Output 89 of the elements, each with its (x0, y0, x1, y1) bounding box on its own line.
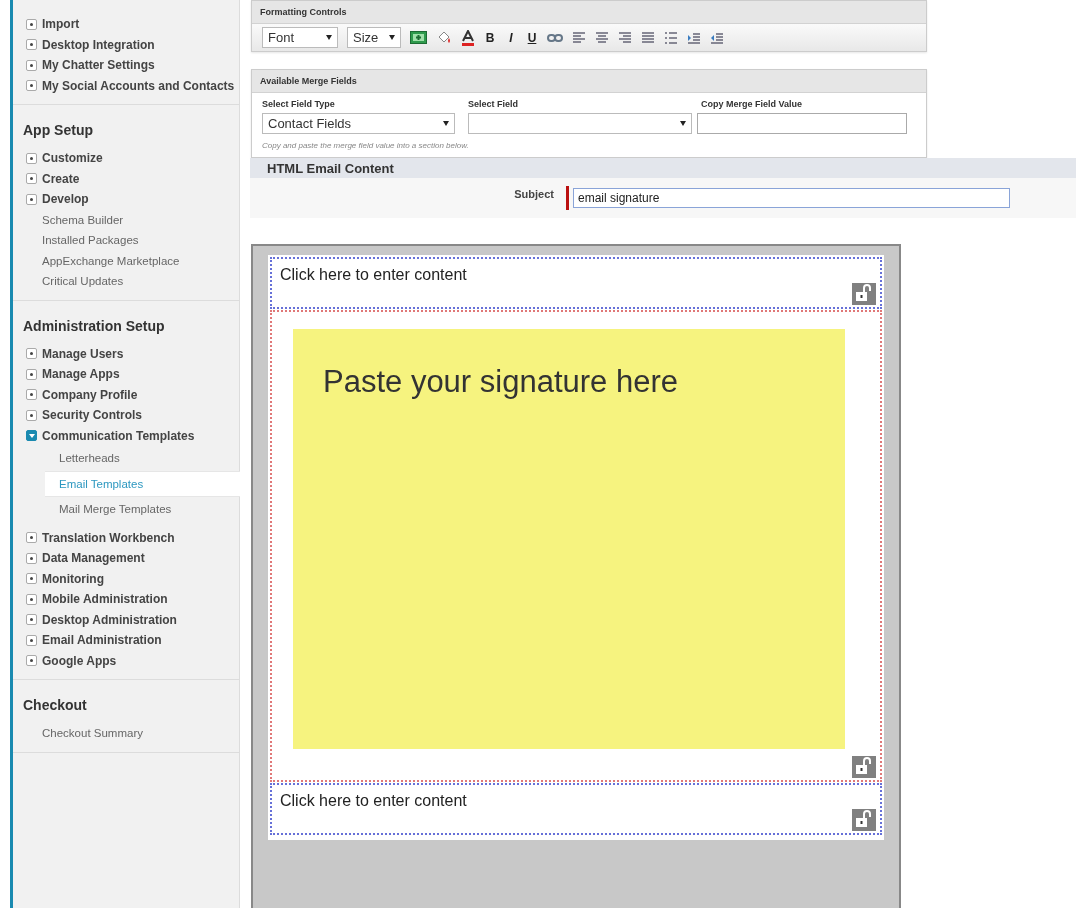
sidebar-item[interactable]: Mobile Administration (13, 589, 168, 610)
outdent-icon[interactable] (710, 31, 724, 44)
sidebar-link[interactable]: Checkout Summary (13, 723, 143, 744)
expand-icon[interactable] (26, 368, 37, 380)
sidebar-item[interactable]: My Social Accounts and Contacts (13, 75, 235, 96)
expand-icon[interactable] (26, 193, 37, 205)
lock-icon[interactable] (852, 809, 876, 831)
sidebar-item[interactable]: Manage Apps (13, 364, 120, 385)
sidebar-item[interactable]: Company Profile (13, 384, 138, 405)
dropdown[interactable]: Font (262, 27, 338, 48)
sidebar-item[interactable]: Email Administration (13, 630, 162, 651)
expand-icon[interactable] (26, 634, 37, 646)
caret-icon (326, 35, 332, 40)
sidebar-item[interactable]: Monitoring (13, 568, 104, 589)
list-icon[interactable] (664, 30, 678, 45)
sidebar-item[interactable]: Security Controls (13, 405, 143, 426)
caret-icon (389, 35, 395, 40)
sidebar-link[interactable]: Critical Updates (13, 271, 124, 292)
expand-icon[interactable] (26, 18, 37, 30)
input-field[interactable] (697, 113, 907, 134)
justify-icon[interactable] (641, 30, 655, 45)
sidebar-item[interactable]: Manage Users (13, 343, 124, 364)
expand-icon[interactable] (26, 409, 37, 421)
sidebar-item[interactable]: Desktop Integration (13, 34, 155, 55)
text-color-icon[interactable] (461, 29, 475, 46)
expand-icon[interactable] (26, 614, 37, 626)
lock-icon[interactable] (852, 756, 876, 778)
format-button[interactable]: B (484, 30, 496, 45)
content-section[interactable]: Click here to enter content (270, 783, 882, 835)
signature-text: Paste your signature here (323, 364, 678, 400)
sidebar-item[interactable]: Translation Workbench (13, 527, 175, 548)
expand-icon[interactable] (26, 573, 37, 585)
content-text: Click here to enter content (279, 265, 467, 284)
format-button[interactable]: U (526, 30, 538, 45)
field-label: Select Field (468, 99, 519, 109)
content-section[interactable]: Paste your signature here (270, 310, 882, 782)
section-heading: Checkout (23, 697, 87, 713)
sidebar-link[interactable]: Mail Merge Templates (45, 497, 180, 522)
expand-icon[interactable] (26, 593, 37, 605)
sidebar-item[interactable]: Data Management (13, 548, 145, 569)
expand-icon[interactable] (26, 348, 37, 360)
sidebar-item[interactable]: Desktop Administration (13, 609, 177, 630)
sidebar-link[interactable]: Letterheads (45, 446, 128, 471)
align-left-icon[interactable] (572, 30, 586, 45)
expand-icon[interactable] (26, 152, 37, 164)
section-title: HTML Email Content (267, 160, 394, 176)
sidebar-link[interactable]: Installed Packages (13, 230, 139, 251)
caret-icon (443, 121, 449, 126)
sidebar-item[interactable]: Google Apps (13, 650, 117, 671)
panel-title: Available Merge Fields (260, 76, 357, 86)
sidebar-item[interactable]: Communication Templates (13, 425, 195, 446)
align-center-icon[interactable] (595, 30, 609, 45)
caret-icon (680, 121, 686, 126)
sidebar-item[interactable]: Create (13, 168, 80, 189)
sidebar-item[interactable]: Import (13, 14, 80, 35)
section-heading: App Setup (23, 122, 93, 138)
content-text: Click here to enter content (279, 791, 467, 810)
expand-icon[interactable] (26, 173, 37, 185)
collapse-icon[interactable] (26, 430, 37, 442)
field-label: Subject (513, 188, 554, 200)
content-section[interactable]: Click here to enter content (270, 257, 882, 309)
align-right-icon[interactable] (618, 30, 632, 45)
sidebar-item[interactable]: Develop (13, 189, 89, 210)
link-icon[interactable] (547, 33, 563, 42)
field-label: Copy Merge Field Value (701, 99, 803, 109)
indent-icon[interactable] (687, 31, 701, 44)
expand-icon[interactable] (26, 80, 37, 92)
expand-icon[interactable] (26, 389, 37, 401)
subject-field[interactable]: email signature (573, 188, 1010, 208)
expand-icon[interactable] (26, 59, 37, 71)
lock-icon[interactable] (852, 283, 876, 305)
expand-icon[interactable] (26, 532, 37, 544)
expand-icon[interactable] (26, 39, 37, 51)
required-marker (566, 186, 569, 210)
section-heading: Administration Setup (23, 317, 165, 334)
format-button[interactable]: I (505, 30, 517, 45)
expand-icon[interactable] (26, 552, 37, 564)
panel-title: Formatting Controls (260, 7, 347, 17)
dropdown[interactable]: Size (347, 27, 401, 48)
expand-icon[interactable] (26, 655, 37, 667)
sidebar-item[interactable]: My Chatter Settings (13, 55, 155, 76)
image-icon[interactable] (410, 31, 427, 44)
hint-text: Copy and paste the merge field value into a section below. (262, 141, 469, 150)
sidebar-item[interactable]: Customize (13, 148, 103, 169)
paint-bucket-icon[interactable] (436, 30, 452, 45)
sidebar-link[interactable]: AppExchange Marketplace (13, 250, 180, 271)
sidebar-link[interactable]: Schema Builder (13, 209, 124, 230)
field-label: Select Field Type (262, 99, 335, 109)
dropdown[interactable]: Contact Fields (262, 113, 455, 134)
